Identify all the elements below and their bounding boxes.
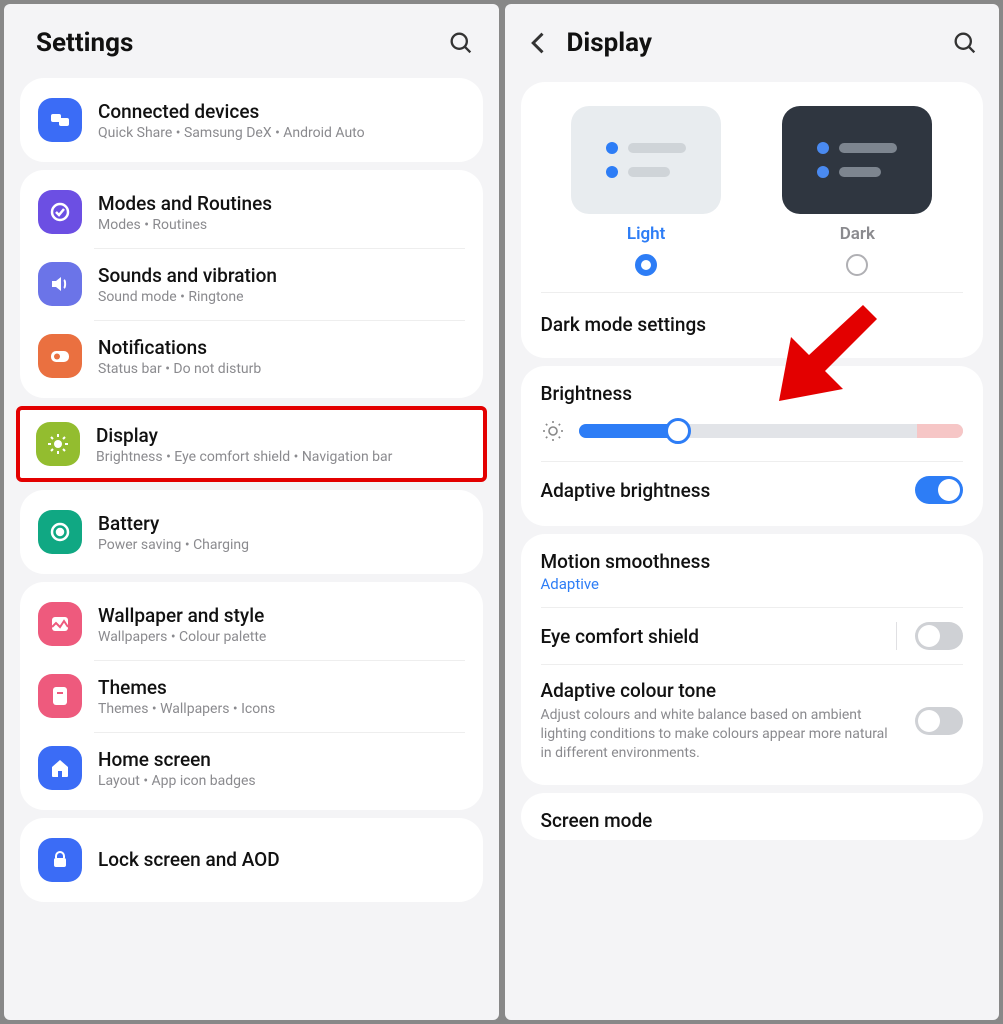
display-pane: Display Light [505,4,1000,1020]
back-button[interactable] [525,29,553,57]
settings-group: Lock screen and AOD [20,818,483,902]
settings-row-modes[interactable]: Modes and Routines Modes • Routines [20,176,483,248]
eye-comfort-toggle[interactable] [915,622,963,650]
adaptive-colour-toggle[interactable] [915,707,963,735]
connected-devices-icon [38,98,82,142]
theme-thumb-dark [782,106,932,214]
row-subtitle: Quick Share • Samsung DeX • Android Auto [98,125,465,141]
notifications-icon [38,334,82,378]
row-title: Themes [98,676,465,699]
search-icon [447,29,475,57]
display-icon [36,422,80,466]
row-subtitle: Wallpapers • Colour palette [98,629,465,645]
adaptive-colour-desc: Adjust colours and white balance based o… [541,706,902,763]
theme-option-light[interactable]: Light [571,106,721,276]
modes-icon [38,190,82,234]
radio-dark[interactable] [846,254,868,276]
row-subtitle: Layout • App icon badges [98,773,465,789]
adaptive-colour-row[interactable]: Adaptive colour tone Adjust colours and … [541,664,964,777]
eye-comfort-label: Eye comfort shield [541,625,883,648]
row-subtitle: Themes • Wallpapers • Icons [98,701,465,717]
radio-light[interactable] [635,254,657,276]
theme-label-light: Light [627,224,665,244]
row-title: Display [96,424,467,447]
display-header: Display [505,4,1000,74]
settings-row-lock-screen[interactable]: Lock screen and AOD [20,824,483,896]
brightness-icon [541,419,565,443]
settings-row-wallpaper[interactable]: Wallpaper and style Wallpapers • Colour … [20,588,483,660]
theme-label-dark: Dark [840,224,875,244]
row-subtitle: Modes • Routines [98,217,465,233]
display-options-card: Motion smoothness Adaptive Eye comfort s… [521,534,984,785]
themes-icon [38,674,82,718]
row-subtitle: Status bar • Do not disturb [98,361,465,377]
adaptive-brightness-toggle[interactable] [915,476,963,504]
search-button[interactable] [951,29,979,57]
sound-icon [38,262,82,306]
theme-thumb-light [571,106,721,214]
settings-pane: Settings Connected devices Quick Share •… [4,4,499,1020]
motion-smoothness-row[interactable]: Motion smoothness Adaptive [541,550,964,607]
home-icon [38,746,82,790]
highlighted-row-display: Display Brightness • Eye comfort shield … [16,406,487,482]
settings-row-connected-devices[interactable]: Connected devices Quick Share • Samsung … [20,84,483,156]
wallpaper-icon [38,602,82,646]
motion-value: Adaptive [541,575,964,593]
row-title: Modes and Routines [98,192,465,215]
settings-row-notifications[interactable]: Notifications Status bar • Do not distur… [20,320,483,392]
row-title: Connected devices [98,100,465,123]
motion-title: Motion smoothness [541,550,964,573]
settings-row-themes[interactable]: Themes Themes • Wallpapers • Icons [20,660,483,732]
settings-row-home-screen[interactable]: Home screen Layout • App icon badges [20,732,483,804]
row-title: Sounds and vibration [98,264,465,287]
settings-row-battery[interactable]: Battery Power saving • Charging [20,496,483,568]
row-subtitle: Power saving • Charging [98,537,465,553]
chevron-left-icon [525,29,553,57]
lock-icon [38,838,82,882]
row-title: Battery [98,512,465,535]
brightness-card: Brightness Adaptive brightness [521,366,984,526]
row-subtitle: Brightness • Eye comfort shield • Naviga… [96,449,467,465]
brightness-label: Brightness [541,382,964,405]
search-icon [951,29,979,57]
settings-group: Connected devices Quick Share • Samsung … [20,78,483,162]
dark-mode-settings-row[interactable]: Dark mode settings [541,309,964,340]
brightness-slider[interactable] [579,424,964,438]
row-title: Lock screen and AOD [98,848,465,871]
slider-knob[interactable] [665,418,691,444]
row-subtitle: Sound mode • Ringtone [98,289,465,305]
adaptive-brightness-label: Adaptive brightness [541,479,902,502]
row-title: Wallpaper and style [98,604,465,627]
settings-group: Battery Power saving • Charging [20,490,483,574]
screen-mode-row[interactable]: Screen mode [541,809,964,832]
screen-mode-card: Screen mode [521,793,984,840]
settings-header: Settings [4,4,499,70]
eye-comfort-row[interactable]: Eye comfort shield [541,607,964,664]
page-title: Settings [36,28,133,58]
battery-icon [38,510,82,554]
row-title: Home screen [98,748,465,771]
settings-group: Modes and Routines Modes • Routines Soun… [20,170,483,398]
adaptive-colour-title: Adaptive colour tone [541,679,902,702]
settings-group: Wallpaper and style Wallpapers • Colour … [20,582,483,810]
page-title: Display [567,28,938,58]
theme-option-dark[interactable]: Dark [782,106,932,276]
theme-card: Light Dark Dark mode s [521,82,984,358]
settings-row-sounds[interactable]: Sounds and vibration Sound mode • Ringto… [20,248,483,320]
adaptive-brightness-row[interactable]: Adaptive brightness [541,461,964,518]
search-button[interactable] [447,29,475,57]
row-title: Notifications [98,336,465,359]
settings-row-display[interactable]: Display Brightness • Eye comfort shield … [20,410,483,478]
